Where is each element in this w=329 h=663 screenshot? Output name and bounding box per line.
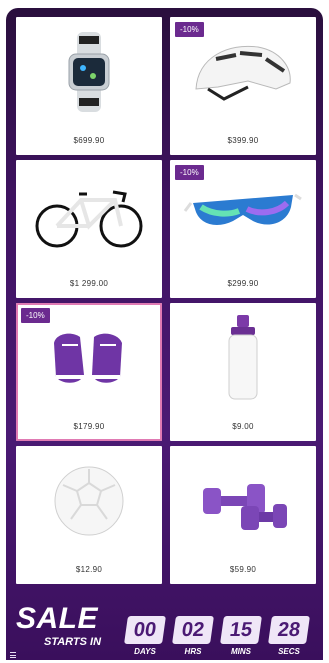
product-price: $12.90 (75, 565, 103, 574)
product-card-sunglasses[interactable]: -10% $299.90 (170, 160, 316, 298)
road-bike-image (16, 160, 162, 270)
sale-subtitle: STARTS IN (44, 636, 102, 648)
water-bottle-image (170, 303, 316, 413)
menu-icon[interactable] (10, 652, 16, 658)
countdown-label: DAYS (134, 647, 156, 656)
soccer-ball-image (16, 446, 162, 556)
product-grid: $699.90 -10% $399.90 $1 299.00 -10% $299… (16, 17, 316, 584)
product-card-helmet[interactable]: -10% $399.90 (170, 17, 316, 155)
discount-badge: -10% (175, 22, 204, 37)
product-panel: $699.90 -10% $399.90 $1 299.00 -10% $299… (6, 8, 323, 660)
countdown-value: 28 (268, 616, 310, 644)
product-card-smartwatch[interactable]: $699.90 (16, 17, 162, 155)
countdown-label: MINS (231, 647, 251, 656)
product-card-road-bike[interactable]: $1 299.00 (16, 160, 162, 298)
product-price: $699.90 (73, 136, 105, 145)
sale-countdown: SALE STARTS IN 00 DAYS 02 HRS 15 MINS 28… (6, 598, 323, 660)
countdown-value: 15 (220, 616, 262, 644)
countdown-minutes: 15 MINS (220, 616, 262, 656)
product-price: $59.90 (229, 565, 257, 574)
product-price: $179.90 (73, 422, 105, 431)
dumbbells-image (170, 446, 316, 556)
product-price: $9.00 (232, 422, 254, 431)
product-price: $1 299.00 (69, 279, 109, 288)
countdown-hours: 02 HRS (172, 616, 214, 656)
countdown-label: SECS (278, 647, 300, 656)
smartwatch-image (16, 17, 162, 127)
countdown-value: 02 (172, 616, 214, 644)
countdown-value: 00 (124, 616, 166, 644)
product-card-dumbbells[interactable]: $59.90 (170, 446, 316, 584)
countdown-days: 00 DAYS (124, 616, 166, 656)
product-card-sneakers[interactable]: -10% $179.90 (16, 303, 162, 441)
product-card-water-bottle[interactable]: $9.00 (170, 303, 316, 441)
product-card-soccer-ball[interactable]: $12.90 (16, 446, 162, 584)
countdown-seconds: 28 SECS (268, 616, 310, 656)
discount-badge: -10% (175, 165, 204, 180)
countdown-label: HRS (184, 647, 202, 656)
sale-title: SALE (16, 602, 99, 635)
product-price: $299.90 (227, 279, 259, 288)
discount-badge: -10% (21, 308, 50, 323)
product-price: $399.90 (227, 136, 259, 145)
